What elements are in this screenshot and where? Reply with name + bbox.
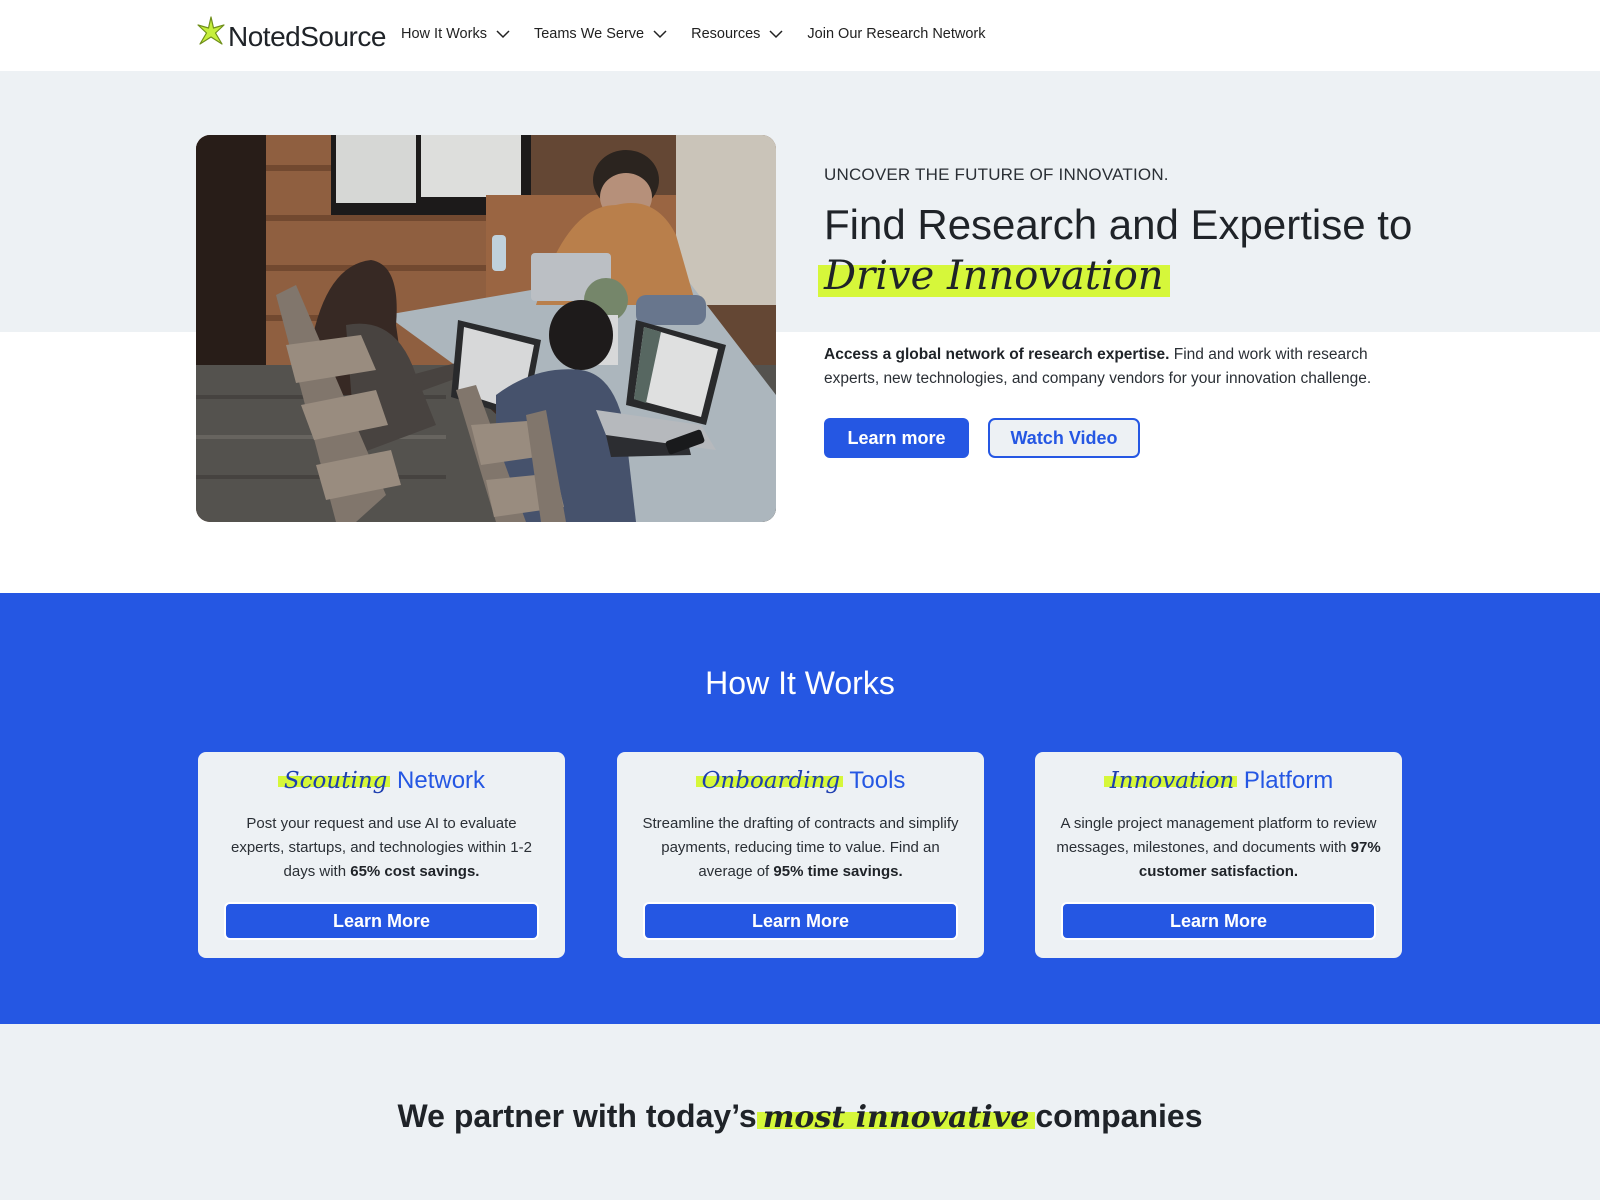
card-title-highlight: Onboarding — [696, 768, 844, 794]
card-title-text: Network — [397, 767, 486, 794]
nav-item-how-it-works[interactable]: How It Works — [401, 26, 510, 42]
hero-image — [196, 135, 776, 522]
how-it-works-section: How It Works Scouting Network Post your … — [0, 593, 1600, 1024]
nav-item-resources[interactable]: Resources — [691, 26, 783, 42]
hero-headline: Find Research and Expertise to Drive Inn… — [818, 200, 1413, 301]
partners-title-text-end: companies — [1035, 1098, 1203, 1134]
card-title-highlight: Innovation — [1104, 768, 1238, 794]
card-description-stat: 95% time savings. — [773, 863, 903, 880]
card-title: Scouting Network — [198, 764, 565, 798]
star-icon — [197, 16, 225, 45]
card-scouting-network: Scouting Network Post your request and u… — [198, 752, 565, 958]
brand-name: NotedSource — [228, 21, 386, 52]
main-menu: How It Works Teams We Serve Resources Jo… — [401, 26, 1010, 42]
chevron-down-icon — [653, 30, 667, 39]
nav-item-join-research-network[interactable]: Join Our Research Network — [807, 26, 985, 42]
logo-link[interactable]: NotedSource — [196, 14, 386, 54]
card-innovation-platform: Innovation Platform A single project man… — [1035, 752, 1402, 958]
hero-eyebrow: UNCOVER THE FUTURE OF INNOVATION. — [824, 165, 1169, 184]
chevron-down-icon — [496, 30, 510, 39]
watch-video-button[interactable]: Watch Video — [988, 418, 1140, 458]
scouting-learn-more-button[interactable]: Learn More — [224, 902, 539, 940]
nav-item-label: Teams We Serve — [533, 26, 645, 42]
headline-highlight: Drive Innovation — [818, 251, 1170, 301]
how-it-works-title: How It Works — [705, 665, 895, 701]
card-title: Onboarding Tools — [617, 764, 984, 798]
learn-more-button[interactable]: Learn more — [824, 418, 969, 458]
card-description-stat: 65% cost savings. — [350, 863, 480, 880]
partners-title-highlight: most innovative — [757, 1100, 1036, 1135]
card-title: Innovation Platform — [1035, 764, 1402, 798]
partners-title: We partner with today’s most innovative co… — [0, 1098, 1600, 1135]
card-title-text: Tools — [849, 767, 906, 794]
hero-description-bold: Access a global network of research expe… — [824, 346, 1170, 363]
nav-item-label: How It Works — [401, 26, 487, 42]
chevron-down-icon — [769, 30, 783, 39]
partners-section: We partner with today’s most innovative co… — [0, 1024, 1600, 1200]
nav-item-label: Resources — [691, 26, 761, 42]
card-description-text: A single project management platform to … — [1056, 815, 1377, 856]
platform-learn-more-button[interactable]: Learn More — [1061, 902, 1376, 940]
nav-item-label: Join Our Research Network — [807, 26, 986, 42]
nav-item-teams-we-serve[interactable]: Teams We Serve — [534, 26, 667, 42]
card-title-highlight: Scouting — [278, 768, 390, 794]
hero-description: Access a global network of research expe… — [824, 343, 1414, 391]
card-description: Post your request and use AI to evaluate… — [219, 812, 544, 884]
headline-text: Find Research and Expertise to — [824, 201, 1413, 248]
partners-title-text: We partner with today’s — [397, 1098, 757, 1134]
card-title-text: Platform — [1243, 767, 1334, 794]
card-onboarding-tools: Onboarding Tools Streamline the drafting… — [617, 752, 984, 958]
card-description: A single project management platform to … — [1056, 812, 1381, 884]
onboarding-learn-more-button[interactable]: Learn More — [643, 902, 958, 940]
card-description: Streamline the drafting of contracts and… — [638, 812, 963, 884]
top-navigation: NotedSource How It Works Teams We Serve … — [0, 0, 1600, 71]
